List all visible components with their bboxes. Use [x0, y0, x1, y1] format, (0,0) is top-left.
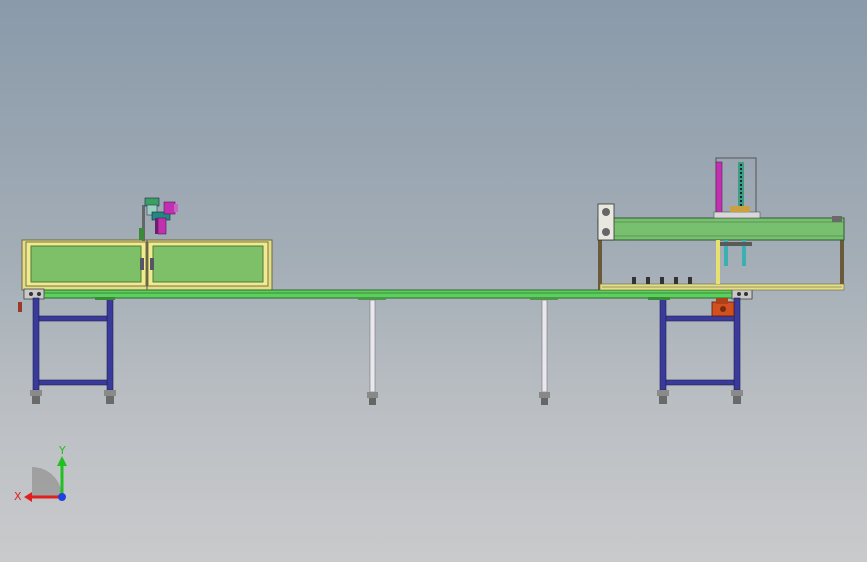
right-leg-frame	[648, 297, 743, 404]
main-conveyor-rail	[18, 288, 753, 312]
left-enclosure	[21, 239, 273, 291]
conveyor-machine-model: Y X	[14, 157, 845, 503]
right-press-unit	[597, 157, 845, 291]
z-axis-dot	[58, 493, 66, 501]
left-leg-frame	[30, 297, 116, 404]
print-head-assembly	[139, 197, 178, 241]
triad-plane-shading	[32, 467, 62, 497]
x-axis-label: X	[14, 490, 22, 503]
axis-triad: Y X	[14, 444, 67, 503]
y-axis-label: Y	[58, 444, 66, 457]
middle-support-legs	[358, 297, 558, 405]
cad-viewport[interactable]: Y X	[0, 0, 867, 562]
